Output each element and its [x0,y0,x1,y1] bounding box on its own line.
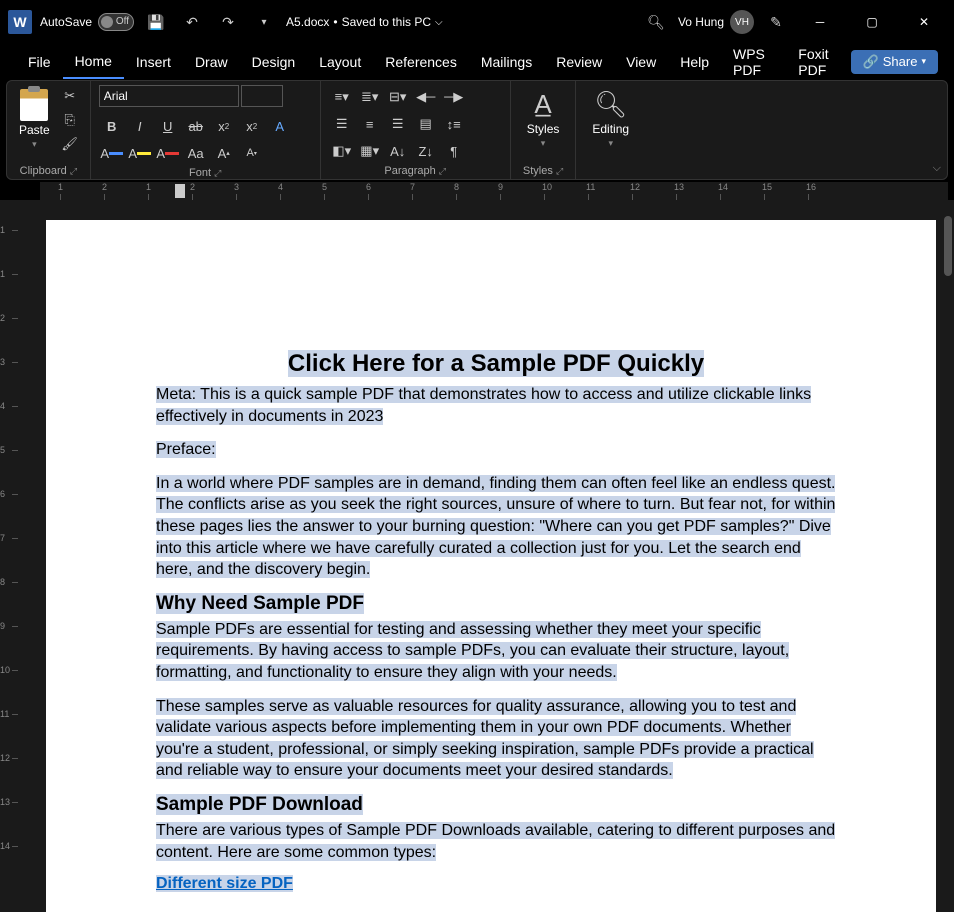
decrease-indent-button[interactable]: ◀─ [413,85,439,109]
search-icon[interactable]: 🔍︎ [642,8,670,36]
change-case-button[interactable]: Aa [183,141,209,165]
bold-button[interactable]: B [99,114,125,138]
undo-icon[interactable]: ↶ [178,8,206,36]
close-button[interactable]: ✕ [902,6,946,38]
ruler-vertical[interactable]: 11234567891011121314 [0,200,26,912]
ribbon: Paste ▾ ✂ ⎘ 🖌 Clipboard ⤢ B I U ab x2 [6,80,948,180]
group-styles: A̲ Styles ▾ Styles ⤢ [511,81,577,179]
scrollbar-vertical[interactable] [940,200,954,912]
tab-home[interactable]: Home [63,45,124,79]
justify-button[interactable]: ▤ [413,112,439,136]
tab-foxit-pdf[interactable]: Foxit PDF [786,38,850,86]
autosave-label: AutoSave [40,15,92,29]
styles-icon: A̲ [534,89,551,120]
strikethrough-button[interactable]: ab [183,114,209,138]
toggle-switch[interactable]: Off [98,13,134,31]
paste-button[interactable]: Paste ▾ [15,85,54,154]
tab-mailings[interactable]: Mailings [469,46,544,78]
shrink-font-button[interactable]: A▾ [239,141,265,165]
font-dialog-launcher[interactable]: ⤢ [214,168,221,178]
clipboard-dialog-launcher[interactable]: ⤢ [70,166,77,176]
bullets-button[interactable]: ≡▾ [329,85,355,109]
ribbon-tabs: File Home Insert Draw Design Layout Refe… [0,44,954,80]
sort-button[interactable]: A↓ [385,139,411,163]
subscript-button[interactable]: x2 [211,114,237,138]
save-icon[interactable]: 💾 [142,8,170,36]
pen-icon[interactable]: ✎ [762,8,790,36]
doc-preface-label: Preface: [156,439,836,461]
doc-h2-download: Sample PDF Download [156,794,836,816]
underline-button[interactable]: U [155,114,181,138]
tab-file[interactable]: File [16,46,63,78]
highlight-button[interactable]: A [127,141,153,165]
numbering-button[interactable]: ≣▾ [357,85,383,109]
paste-icon [20,89,48,121]
scrollbar-thumb[interactable] [944,216,952,276]
group-clipboard: Paste ▾ ✂ ⎘ 🖌 Clipboard ⤢ [7,81,91,179]
doc-title: Click Here for a Sample PDF Quickly [156,350,836,378]
text-effects-button[interactable]: A [267,114,293,138]
shading-button[interactable]: ◧▾ [329,139,355,163]
font-size-select[interactable] [241,85,283,107]
cut-icon[interactable]: ✂ [58,85,82,107]
page[interactable]: Click Here for a Sample PDF Quickly Meta… [46,220,936,912]
editing-button[interactable]: 🔍︎ Editing ▾ [584,85,637,153]
increase-indent-button[interactable]: ─▶ [441,85,467,109]
styles-dialog-launcher[interactable]: ⤢ [556,166,563,176]
tab-layout[interactable]: Layout [307,46,373,78]
tab-insert[interactable]: Insert [124,46,183,78]
copy-icon[interactable]: ⎘ [58,109,82,131]
font-color-button[interactable]: A [99,141,125,165]
doc-h2-why: Why Need Sample PDF [156,593,836,615]
font-color-red-button[interactable]: A [155,141,181,165]
doc-meta: Meta: This is a quick sample PDF that de… [156,384,836,427]
document-title[interactable]: A5.docx • Saved to this PC ⌵ [286,15,443,29]
align-center-button[interactable]: ≡ [357,112,383,136]
tab-view[interactable]: View [614,46,668,78]
tab-review[interactable]: Review [544,46,614,78]
tab-help[interactable]: Help [668,46,721,78]
doc-preface-body: In a world where PDF samples are in dema… [156,473,836,581]
format-painter-icon[interactable]: 🖌 [58,133,82,155]
user-account[interactable]: Vo Hung VH [678,10,754,34]
group-paragraph: ≡▾ ≣▾ ⊟▾ ◀─ ─▶ ☰ ≡ ☰ ▤ ↕≡ ◧▾ ▦▾ A↓ Z↓ ¶ … [321,81,511,179]
doc-link-different-size[interactable]: Different size PDF [156,875,836,893]
avatar: VH [730,10,754,34]
paragraph-dialog-launcher[interactable]: ⤢ [439,166,446,176]
doc-download-p: There are various types of Sample PDF Do… [156,820,836,863]
qat-customize-icon[interactable]: ▾ [250,8,278,36]
maximize-button[interactable]: ▢ [850,6,894,38]
superscript-button[interactable]: x2 [239,114,265,138]
line-spacing-button[interactable]: ↕≡ [441,112,467,136]
page-scroll[interactable]: Click Here for a Sample PDF Quickly Meta… [26,200,954,912]
doc-why-p1: Sample PDFs are essential for testing an… [156,619,836,684]
redo-icon[interactable]: ↷ [214,8,242,36]
word-app-icon: W [8,10,32,34]
group-font: B I U ab x2 x2 A A A A Aa A▴ A▾ Font ⤢ [91,81,321,179]
tab-draw[interactable]: Draw [183,46,240,78]
group-editing: 🔍︎ Editing ▾ [576,81,645,179]
borders-button[interactable]: ▦▾ [357,139,383,163]
sort-desc-button[interactable]: Z↓ [413,139,439,163]
doc-why-p2: These samples serve as valuable resource… [156,696,836,782]
multilevel-list-button[interactable]: ⊟▾ [385,85,411,109]
align-left-button[interactable]: ☰ [329,112,355,136]
minimize-button[interactable]: ─ [798,6,842,38]
styles-button[interactable]: A̲ Styles ▾ [519,85,568,153]
align-right-button[interactable]: ☰ [385,112,411,136]
tab-wps-pdf[interactable]: WPS PDF [721,38,786,86]
tab-references[interactable]: References [373,46,469,78]
collapse-ribbon-icon[interactable]: ⌵ [933,162,941,175]
editing-icon: 🔍︎ [594,89,627,120]
grow-font-button[interactable]: A▴ [211,141,237,165]
ruler-horizontal[interactable]: 1212345678910111213141516 [40,182,948,202]
share-button[interactable]: 🔗 Share ▾ [851,50,938,74]
document-area: 11234567891011121314 Click Here for a Sa… [0,200,954,912]
share-icon: 🔗 [863,54,879,70]
italic-button[interactable]: I [127,114,153,138]
autosave-toggle[interactable]: AutoSave Off [40,13,134,31]
font-name-select[interactable] [99,85,239,107]
tab-design[interactable]: Design [240,46,308,78]
show-marks-button[interactable]: ¶ [441,139,467,163]
